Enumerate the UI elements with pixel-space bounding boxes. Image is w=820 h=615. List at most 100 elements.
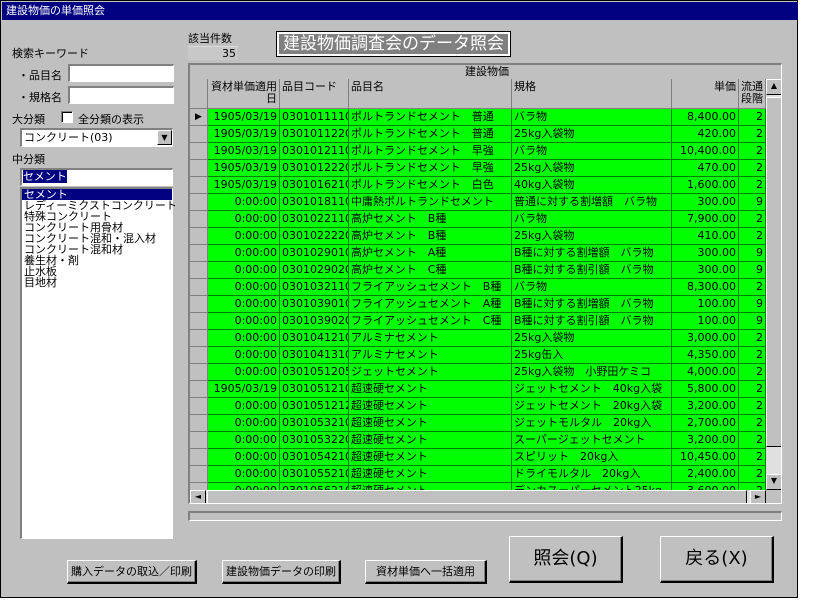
cell-date[interactable]: 0:00:00 <box>208 347 280 364</box>
scroll-down-icon[interactable]: ▼ <box>766 474 781 490</box>
row-selector[interactable] <box>190 211 208 228</box>
cell-name[interactable]: 高炉セメント B種 <box>349 228 512 245</box>
row-selector[interactable] <box>190 177 208 194</box>
vertical-scroll-thumb[interactable] <box>766 97 781 447</box>
cell-name[interactable]: 高炉セメント A種 <box>349 245 512 262</box>
row-selector[interactable] <box>190 245 208 262</box>
cell-name[interactable]: 超速硬セメント <box>349 432 512 449</box>
table-row[interactable]: 0:00:000301056210超速硬セメントデンカスーパーセメント25kg3… <box>190 483 766 490</box>
row-selector[interactable] <box>190 449 208 466</box>
table-row[interactable]: 0:00:00 0301018110 中庸熱ポルトランドセメント 普通に対する割増額 … <box>190 194 766 211</box>
cell-name[interactable]: ポルトランドセメント 普通 <box>349 126 512 143</box>
col-header-spec[interactable]: 規格 <box>512 79 672 109</box>
cell-spec[interactable]: バラ物 <box>512 143 672 160</box>
cell-stage[interactable]: 2 <box>739 143 766 160</box>
cell-stage[interactable]: 2 <box>739 177 766 194</box>
row-selector[interactable] <box>190 364 208 381</box>
cell-code[interactable]: 0301022220 <box>280 228 349 245</box>
cell-date[interactable]: 0:00:00 <box>208 262 280 279</box>
cell-name[interactable]: 超速硬セメント <box>349 381 512 398</box>
cell-date[interactable]: 1905/03/19 <box>208 177 280 194</box>
cell-spec[interactable]: バラ物 <box>512 211 672 228</box>
cell-code[interactable]: 0301051205 <box>280 364 349 381</box>
cell-spec[interactable]: ジェットセメント 40kg入袋 <box>512 381 672 398</box>
cell-name[interactable]: ポルトランドセメント 白色 <box>349 177 512 194</box>
cell-code[interactable]: 0301051212 <box>280 398 349 415</box>
cell-date[interactable]: 0:00:00 <box>208 466 280 483</box>
cell-spec[interactable]: B種に対する割増額 バラ物 <box>512 296 672 313</box>
cell-price[interactable]: 300.00 <box>672 245 739 262</box>
cell-stage[interactable]: 2 <box>739 279 766 296</box>
cell-date[interactable]: 0:00:00 <box>208 432 280 449</box>
cell-code[interactable]: 0301012110 <box>280 143 349 160</box>
cell-price[interactable]: 300.00 <box>672 194 739 211</box>
cell-date[interactable]: 0:00:00 <box>208 228 280 245</box>
query-button[interactable]: 照会(Q) <box>509 536 623 583</box>
horizontal-scroll-thumb[interactable] <box>207 490 747 503</box>
scroll-right-icon[interactable]: ► <box>750 490 766 503</box>
col-header-code[interactable]: 品目コード <box>280 79 349 109</box>
cell-spec[interactable]: 普通に対する割増額 バラ物 <box>512 194 672 211</box>
cell-name[interactable]: 超速硬セメント <box>349 449 512 466</box>
cell-stage[interactable]: 9 <box>739 262 766 279</box>
cell-stage[interactable]: 2 <box>739 109 766 126</box>
cell-spec[interactable]: 25kg入袋物 <box>512 330 672 347</box>
cell-name[interactable]: 高炉セメント C種 <box>349 262 512 279</box>
cell-code[interactable]: 0301053220 <box>280 432 349 449</box>
cell-date[interactable]: 1905/03/19 <box>208 381 280 398</box>
minor-class-list-item[interactable]: 目地材 <box>22 277 172 288</box>
row-selector[interactable]: ▶ <box>190 109 208 126</box>
cell-spec[interactable]: 25kg入袋物 <box>512 126 672 143</box>
cell-stage[interactable]: 2 <box>739 398 766 415</box>
cell-code[interactable]: 0301029020 <box>280 262 349 279</box>
cell-spec[interactable]: バラ物 <box>512 109 672 126</box>
cell-code[interactable]: 0301056210 <box>280 483 349 490</box>
cell-stage[interactable]: 2 <box>739 126 766 143</box>
table-row[interactable]: 0:00:00 0301039020 フライアッシュセメント C種 B種に対する割引額… <box>190 313 766 330</box>
cell-price[interactable]: 3,200.00 <box>672 432 739 449</box>
table-row[interactable]: 0:00:00 0301029020 高炉セメント C種 B種に対する割引額 バラ物 3… <box>190 262 766 279</box>
item-name-input[interactable] <box>68 64 174 82</box>
show-all-checkbox[interactable] <box>61 111 73 123</box>
table-row[interactable]: 1905/03/19 0301012220 ポルトランドセメント 早強 25kg入袋物… <box>190 160 766 177</box>
table-row[interactable]: 0:00:00 0301054210 超速硬セメント スピリット 20kg入 10,45… <box>190 449 766 466</box>
cell-price[interactable]: 10,400.00 <box>672 143 739 160</box>
row-selector[interactable] <box>190 126 208 143</box>
cell-code[interactable]: 0301055210 <box>280 466 349 483</box>
table-row[interactable]: 0:00:00 0301039010 フライアッシュセメント A種 B種に対する割増額… <box>190 296 766 313</box>
row-selector[interactable] <box>190 194 208 211</box>
cell-stage[interactable]: 2 <box>739 432 766 449</box>
cell-price[interactable]: 5,800.00 <box>672 381 739 398</box>
cell-spec[interactable]: ジェットモルタル 20kg入 <box>512 415 672 432</box>
cell-spec[interactable]: バラ物 <box>512 279 672 296</box>
cell-code[interactable]: 0301032110 <box>280 279 349 296</box>
col-header-stage[interactable]: 流通段階 <box>739 79 766 109</box>
cell-code[interactable]: 0301029010 <box>280 245 349 262</box>
cell-price[interactable]: 100.00 <box>672 296 739 313</box>
cell-name[interactable]: 超速硬セメント <box>349 415 512 432</box>
cell-price[interactable]: 100.00 <box>672 313 739 330</box>
table-row[interactable]: 1905/03/19 0301012110 ポルトランドセメント 早強 バラ物 10,4… <box>190 143 766 160</box>
cell-stage[interactable]: 9 <box>739 194 766 211</box>
cell-date[interactable]: 0:00:00 <box>208 330 280 347</box>
cell-stage[interactable]: 9 <box>739 245 766 262</box>
cell-price[interactable]: 300.00 <box>672 262 739 279</box>
table-row[interactable]: 1905/03/19 0301051210 超速硬セメント ジェットセメント 40kg… <box>190 381 766 398</box>
row-selector[interactable] <box>190 330 208 347</box>
row-selector[interactable] <box>190 313 208 330</box>
cell-name[interactable]: 高炉セメント B種 <box>349 211 512 228</box>
cell-spec[interactable]: ジェットセメント 20kg入袋 <box>512 398 672 415</box>
cell-date[interactable]: 1905/03/19 <box>208 109 280 126</box>
cell-price[interactable]: 8,300.00 <box>672 279 739 296</box>
dropdown-arrow-icon[interactable]: ▼ <box>157 130 172 145</box>
table-row[interactable]: 0:00:00 0301053220 超速硬セメント スーパージェットセメント 3,20… <box>190 432 766 449</box>
cell-stage[interactable]: 2 <box>739 449 766 466</box>
cell-price[interactable]: 3,600.00 <box>672 483 739 490</box>
cell-code[interactable]: 0301051210 <box>280 381 349 398</box>
table-row[interactable]: 0:00:00 0301022110 高炉セメント B種 バラ物 7,900.00 2 <box>190 211 766 228</box>
row-selector[interactable] <box>190 262 208 279</box>
cell-spec[interactable]: 25kg入袋物 小野田ケミコ <box>512 364 672 381</box>
cell-code[interactable]: 0301012220 <box>280 160 349 177</box>
cell-spec[interactable]: スピリット 20kg入 <box>512 449 672 466</box>
cell-name[interactable]: 超速硬セメント <box>349 398 512 415</box>
